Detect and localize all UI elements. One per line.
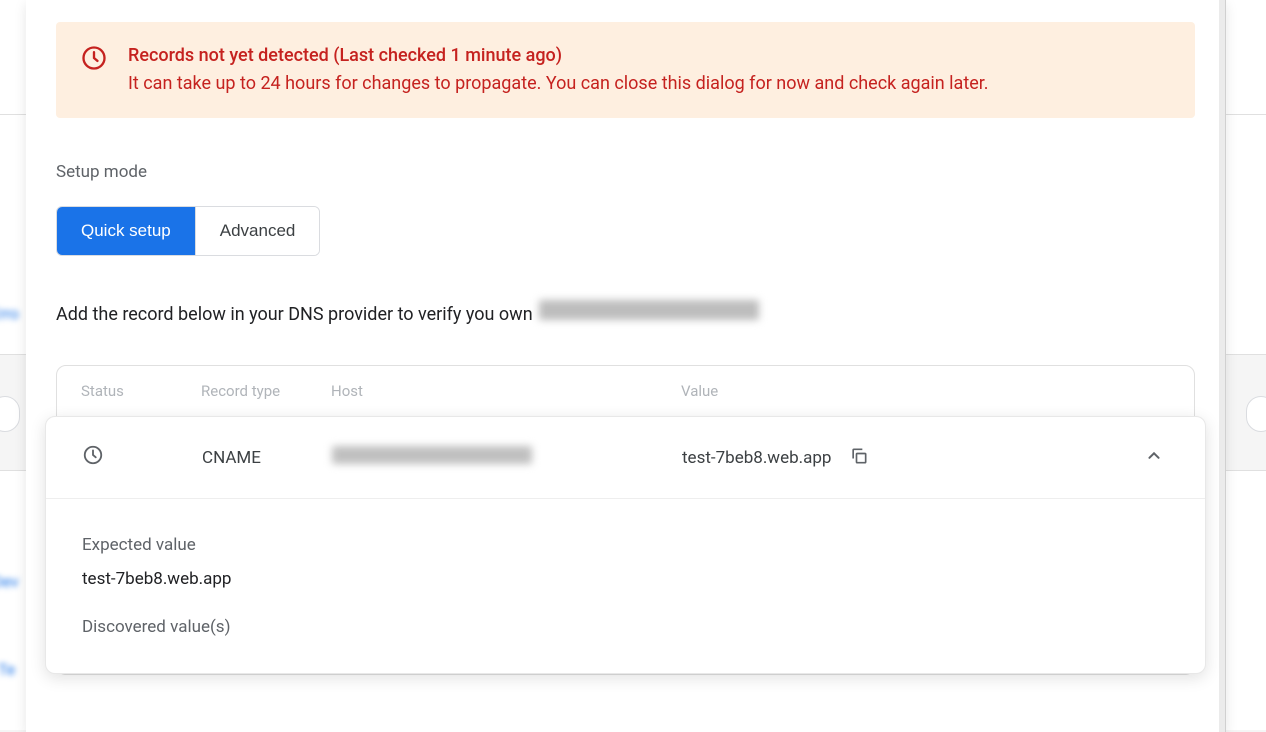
background-pill — [0, 396, 20, 432]
th-status: Status — [81, 382, 201, 400]
chevron-up-icon — [1143, 455, 1165, 470]
record-value: test-7beb8.web.app — [682, 448, 831, 468]
background-blur-text: Te — [0, 660, 15, 679]
setup-mode-label: Setup mode — [56, 162, 1195, 182]
background-pill — [1246, 396, 1266, 432]
dialog-scrollbar[interactable] — [1219, 0, 1225, 732]
background-blur-text: Dev — [0, 572, 19, 591]
copy-value-button[interactable] — [845, 442, 873, 473]
record-detail-panel: Expected value test-7beb8.web.app Discov… — [46, 498, 1205, 673]
alert-banner: Records not yet detected (Last checked 1… — [56, 22, 1195, 118]
alert-body: It can take up to 24 hours for changes t… — [128, 70, 989, 98]
copy-icon — [849, 454, 869, 469]
th-record-type: Record type — [201, 382, 331, 400]
collapse-row-button[interactable] — [1139, 441, 1169, 474]
alert-title: Records not yet detected (Last checked 1… — [128, 42, 989, 70]
domain-name-redacted — [539, 300, 759, 320]
add-record-instruction: Add the record below in your DNS provide… — [56, 300, 1195, 325]
dns-record-card: CNAME test-7beb8.web.app — [45, 416, 1206, 674]
record-host-redacted — [332, 446, 682, 469]
setup-mode-toggle: Quick setup Advanced — [56, 206, 320, 256]
status-pending-icon — [82, 444, 202, 471]
discovered-values-label: Discovered value(s) — [82, 617, 1169, 637]
expected-value-label: Expected value — [82, 535, 1169, 555]
background-blur-text: Erro — [0, 304, 19, 323]
dns-setup-dialog: Records not yet detected (Last checked 1… — [26, 0, 1226, 732]
expected-value: test-7beb8.web.app — [82, 569, 1169, 589]
tab-advanced[interactable]: Advanced — [195, 207, 320, 255]
table-header-row: Status Record type Host Value — [57, 366, 1194, 416]
dns-records-table: Status Record type Host Value CNAME — [56, 365, 1195, 675]
add-record-instruction-text: Add the record below in your DNS provide… — [56, 304, 533, 325]
tab-quick-setup[interactable]: Quick setup — [57, 207, 195, 255]
record-type-value: CNAME — [202, 448, 332, 468]
th-host: Host — [331, 382, 681, 400]
clock-alert-icon — [80, 42, 108, 98]
th-value: Value — [681, 382, 1090, 400]
table-row[interactable]: CNAME test-7beb8.web.app — [46, 417, 1205, 498]
